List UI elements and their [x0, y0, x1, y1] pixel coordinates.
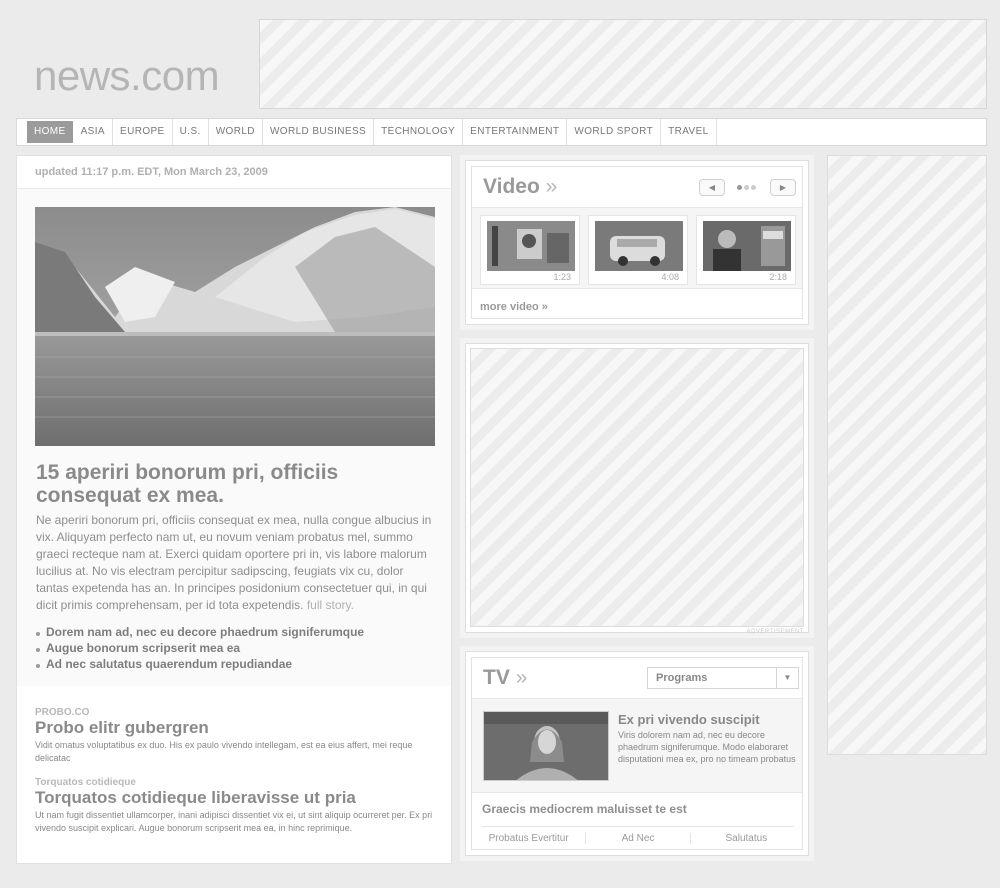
main-column: updated 11:17 p.m. EDT, Mon March 23, 20… [16, 155, 452, 864]
tv-thumb-image[interactable] [483, 711, 609, 781]
video-thumbnails: 1:23 4:08 2:18 [472, 207, 802, 289]
video-thumb-image [703, 221, 791, 271]
main-nav: HOME ASIA EUROPE U.S. WORLD WORLD BUSINE… [16, 118, 987, 146]
video-duration: 1:23 [553, 272, 571, 282]
nav-asia[interactable]: ASIA [74, 119, 113, 145]
video-title[interactable]: Video » [483, 175, 557, 199]
feature-body: Ne aperiri bonorum pri, officiis consequ… [36, 512, 438, 614]
nav-technology[interactable]: TECHNOLOGY [374, 119, 464, 145]
arrow-left-icon: ◀ [708, 183, 716, 192]
video-thumb[interactable]: 4:08 [588, 215, 688, 285]
story-desc: Vidit omatus voluptatibus ex duo. His ex… [35, 740, 413, 763]
video-thumb[interactable]: 2:18 [696, 215, 796, 285]
tv-tabs: Probatus Evertitur Ad Nec Salutatus [472, 833, 802, 844]
ad-label: ADVERTISEMENT [746, 629, 804, 635]
tv-title-arrow: » [515, 666, 528, 689]
feature-body-text: Ne aperiri bonorum pri, officiis consequ… [36, 513, 432, 612]
chevron-down-icon[interactable]: ▼ [776, 668, 798, 688]
video-thumb-image [487, 221, 575, 271]
nav-world[interactable]: WORLD [209, 119, 263, 145]
hero-image[interactable] [35, 207, 435, 446]
tv-title[interactable]: TV » [483, 666, 527, 690]
tv-tab[interactable]: Ad Nec [586, 833, 691, 844]
ad-slot[interactable] [470, 348, 804, 627]
top-banner-ad[interactable] [259, 19, 987, 109]
nav-europe[interactable]: EUROPE [113, 119, 173, 145]
video-thumb-image [595, 221, 683, 271]
story-item: Torquatos cotidieque Torquatos cotidiequ… [35, 777, 435, 835]
tv-feature: Ex pri vivendo suscipit Viris dolorem na… [472, 698, 802, 793]
story-kicker[interactable]: PROBO.CO [35, 707, 435, 718]
divider [482, 826, 794, 827]
related-link[interactable]: Dorem nam ad, nec eu decore phaedrum sig… [36, 624, 438, 640]
pager-dot[interactable] [744, 185, 749, 190]
story-item: PROBO.CO Probo elitr gubergren Vidit oma… [35, 707, 435, 765]
updated-timestamp: updated 11:17 p.m. EDT, Mon March 23, 20… [17, 156, 451, 189]
programs-select-value: Programs [656, 672, 708, 684]
nav-world-sport[interactable]: WORLD SPORT [567, 119, 662, 145]
video-module: Video » ◀ ▶ 1:23 4:08 2:18 more video » [465, 160, 809, 325]
story-desc: Ut nam fugit dissentiet ullamcorper, ina… [35, 810, 433, 833]
tv-tab[interactable]: Salutatus [691, 833, 802, 844]
full-story-link[interactable]: full story. [307, 598, 354, 612]
video-title-text: Video [483, 175, 540, 198]
related-links: Dorem nam ad, nec eu decore phaedrum sig… [36, 624, 438, 672]
arrow-right-icon: ▶ [779, 183, 787, 192]
nav-home[interactable]: HOME [27, 121, 73, 143]
video-pager-dots [737, 185, 756, 190]
more-video-link[interactable]: more video » [480, 301, 548, 313]
feature-story: 15 aperiri bonorum pri, officiis consequ… [17, 189, 451, 686]
nav-us[interactable]: U.S. [173, 119, 209, 145]
tv-title-text: TV [483, 666, 510, 689]
video-duration: 4:08 [661, 272, 679, 282]
feature-headline[interactable]: 15 aperiri bonorum pri, officiis consequ… [36, 461, 436, 507]
site-logo[interactable]: news.com [34, 52, 220, 100]
video-duration: 2:18 [769, 272, 787, 282]
story-kicker[interactable]: Torquatos cotidieque [35, 777, 435, 788]
video-thumb[interactable]: 1:23 [480, 215, 580, 285]
tv-feature-title[interactable]: Ex pri vivendo suscipit [618, 712, 760, 727]
video-next-button[interactable]: ▶ [770, 179, 796, 196]
pager-dot[interactable] [751, 185, 756, 190]
middle-ad: ADVERTISEMENT [465, 343, 809, 635]
nav-travel[interactable]: TRAVEL [661, 119, 717, 145]
video-prev-button[interactable]: ◀ [699, 179, 725, 196]
pager-dot[interactable] [737, 185, 742, 190]
related-link[interactable]: Augue bonorum scripserit mea ea [36, 640, 438, 656]
nav-world-business[interactable]: WORLD BUSINESS [263, 119, 375, 145]
tv-feature-desc: Viris dolorem nam ad, nec eu decore phae… [618, 730, 796, 764]
video-title-arrow: » [545, 175, 558, 198]
story-title[interactable]: Probo elitr gubergren [35, 718, 435, 737]
story-title[interactable]: Torquatos cotidieque liberavisse ut pria [35, 788, 435, 807]
right-skyscraper-ad[interactable] [827, 155, 987, 755]
tv-module: TV » Programs ▼ Ex pri vivendo suscipit … [465, 651, 809, 856]
tv-link[interactable]: Graecis mediocrem maluisset te est [482, 802, 687, 816]
programs-select[interactable]: Programs ▼ [647, 667, 799, 689]
tv-tab[interactable]: Probatus Evertitur [472, 833, 587, 844]
nav-entertainment[interactable]: ENTERTAINMENT [463, 119, 568, 145]
related-link[interactable]: Ad nec salutatus quaerendum repudiandae [36, 656, 438, 672]
